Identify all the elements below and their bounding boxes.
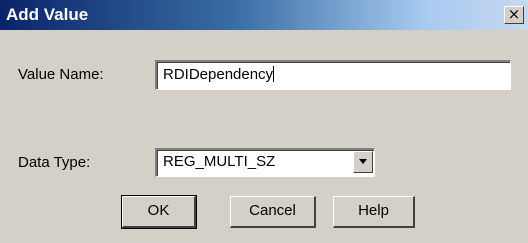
- close-button[interactable]: ×: [504, 6, 524, 24]
- data-type-label-text: Data Type:: [18, 154, 91, 171]
- cancel-button[interactable]: Cancel: [230, 196, 316, 228]
- help-button-label: Help: [358, 202, 389, 219]
- help-button[interactable]: Help: [333, 196, 415, 228]
- value-name-label-text: Value Name:: [18, 66, 104, 83]
- title-bar[interactable]: Add Value ×: [0, 0, 528, 30]
- dropdown-button[interactable]: [353, 151, 373, 173]
- text-caret: [273, 66, 275, 82]
- ok-button[interactable]: OK: [121, 195, 197, 229]
- value-name-label: Value Name:: [18, 66, 104, 84]
- chevron-down-icon: [359, 159, 367, 164]
- window-title: Add Value: [6, 5, 89, 24]
- value-name-input[interactable]: RDIDependency: [155, 60, 511, 90]
- data-type-select[interactable]: REG_MULTI_SZ: [155, 148, 375, 177]
- ok-button-label: OK: [147, 202, 170, 219]
- value-name-text: RDIDependency: [163, 66, 274, 83]
- cancel-button-label: Cancel: [249, 202, 296, 219]
- data-type-selected-value: REG_MULTI_SZ: [163, 153, 276, 170]
- close-icon: ×: [507, 5, 521, 23]
- data-type-label: Data Type:: [18, 154, 90, 172]
- add-value-dialog: Add Value × Value Name: RDIDependency Da…: [0, 0, 528, 243]
